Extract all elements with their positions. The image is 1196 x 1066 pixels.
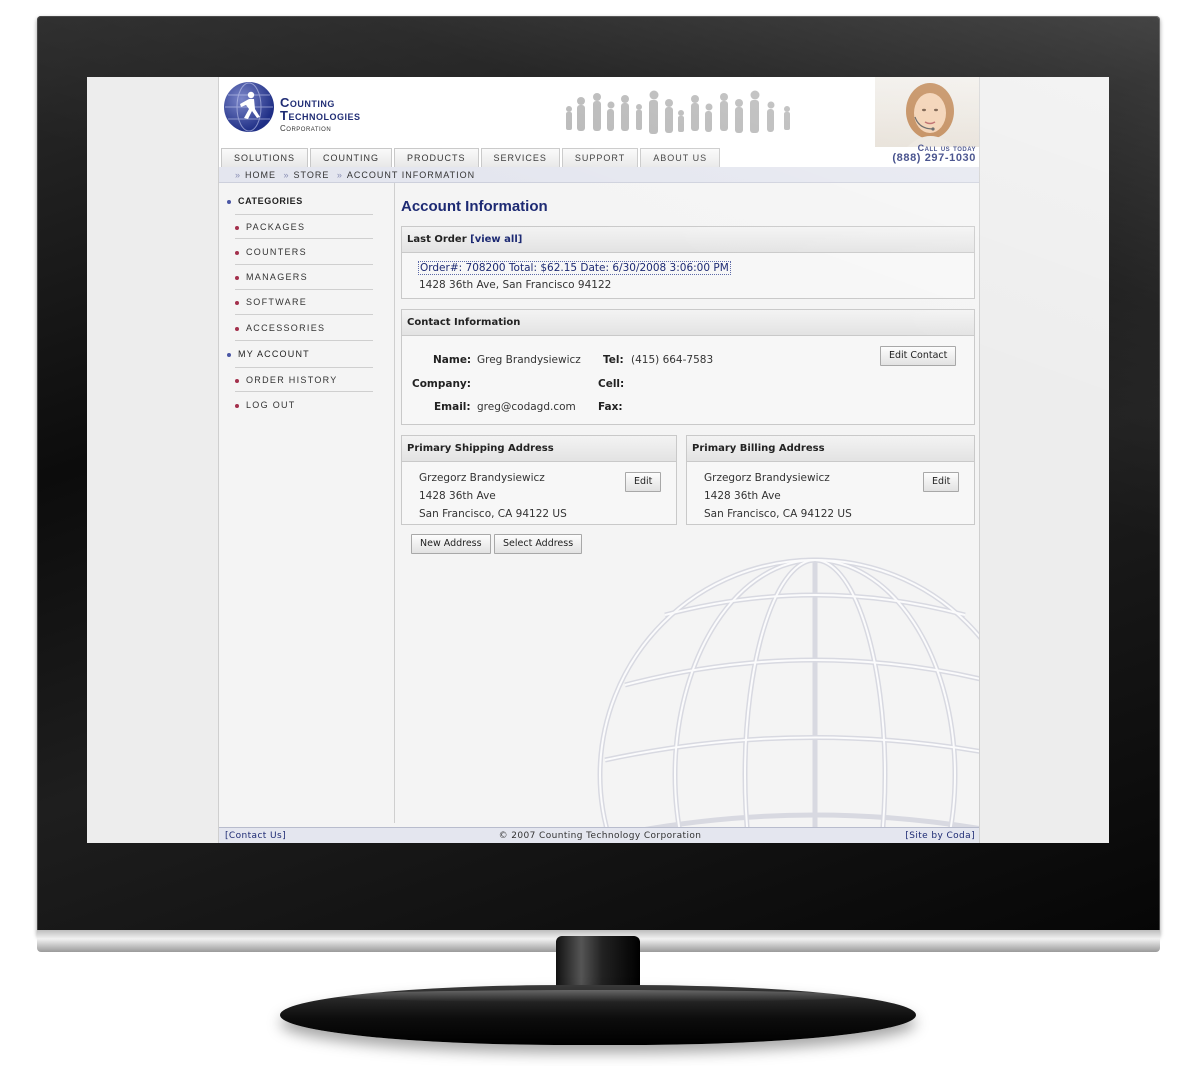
select-address-button[interactable]: Select Address [494,534,583,554]
contact-fax-label: Fax: [598,401,623,413]
bullet-icon [235,250,239,255]
support-agent-photo [875,77,979,147]
billing-city-state: San Francisco, CA 94122 US [704,508,852,520]
site-header: Counting Technologies Corporation Call u… [219,77,979,167]
web-page: Counting Technologies Corporation Call u… [218,77,980,843]
billing-address-heading: Primary Billing Address [687,436,974,462]
view-all-orders-link[interactable]: [view all] [470,234,522,245]
nav-tab-services[interactable]: SERVICES [480,148,560,167]
billing-name: Grzegorz Brandysiewicz [704,472,830,484]
billing-address-panel: Primary Billing Address Grzegorz Brandys… [686,435,975,525]
breadcrumb-home[interactable]: HOME [245,170,276,180]
contact-name-label: Name: [433,354,472,366]
shipping-address-heading: Primary Shipping Address [402,436,676,462]
breadcrumb-separator: » [283,170,290,180]
last-order-address: 1428 36th Ave, San Francisco 94122 [419,279,612,291]
bullet-icon [235,403,239,408]
sidebar-item-label: ACCESSORIES [246,323,326,333]
sidebar-heading-label: MY ACCOUNT [238,349,310,359]
sidebar: CATEGORIES PACKAGES COUNTERS MANAGERS SO… [219,183,395,823]
new-address-button[interactable]: New Address [411,534,491,554]
sidebar-item-label: ORDER HISTORY [246,375,338,385]
shipping-street: 1428 36th Ave [419,490,496,502]
shipping-address-panel: Primary Shipping Address Grzegorz Brandy… [401,435,677,525]
monitor-screen: Counting Technologies Corporation Call u… [87,77,1109,843]
sidebar-item-label: COUNTERS [246,247,307,257]
call-us-callout[interactable]: Call us today (888) 297-1030 [875,77,979,164]
page-title: Account Information [401,198,548,215]
sidebar-item-software[interactable]: SOFTWARE [235,290,373,315]
contact-cell-label: Cell: [598,378,625,390]
breadcrumb-separator: » [336,170,343,180]
company-logo-text[interactable]: Counting Technologies Corporation [280,96,360,135]
nav-tab-products[interactable]: PRODUCTS [394,148,479,167]
contact-name-value: Greg Brandysiewicz [477,354,581,366]
breadcrumb-separator: » [235,170,242,180]
nav-tab-about-us[interactable]: ABOUT US [640,148,721,167]
people-silhouettes-image [566,90,790,134]
sidebar-item-managers[interactable]: MANAGERS [235,265,373,290]
footer-contact-us-link[interactable]: [Contact Us] [225,828,286,843]
monitor-stand-shine [330,990,866,1002]
nav-tab-solutions[interactable]: SOLUTIONS [221,148,309,167]
sidebar-item-packages[interactable]: PACKAGES [235,214,373,239]
last-order-header: Last Order [view all] [402,227,974,253]
edit-shipping-button[interactable]: Edit [625,472,662,492]
site-footer: © 2007 Counting Technology Corporation [… [219,827,979,843]
main-nav: SOLUTIONS COUNTING PRODUCTS SERVICES SUP… [221,148,721,167]
contact-information-heading: Contact Information [402,310,974,336]
nav-tab-support[interactable]: SUPPORT [561,148,639,167]
billing-street: 1428 36th Ave [704,490,781,502]
bullet-icon [227,199,231,204]
contact-email-value: greg@codagd.com [477,401,576,413]
nav-tab-counting[interactable]: COUNTING [310,148,393,167]
bullet-icon [235,225,239,230]
breadcrumb-store[interactable]: STORE [294,170,330,180]
call-us-phone: (888) 297-1030 [892,152,976,164]
shipping-name: Grzegorz Brandysiewicz [419,472,545,484]
sidebar-item-log-out[interactable]: LOG OUT [235,393,373,418]
bullet-icon [235,378,239,383]
footer-copyright: © 2007 Counting Technology Corporation [498,831,702,841]
sidebar-heading-label: CATEGORIES [238,196,303,206]
sidebar-heading-my-account[interactable]: MY ACCOUNT [227,342,310,367]
bullet-icon [235,300,239,305]
last-order-panel: Last Order [view all] Order#: 708200 Tot… [401,226,975,299]
company-name-line3: Corporation [280,124,332,133]
bullet-icon [227,352,231,357]
contact-information-panel: Contact Information Name: Greg Brandysie… [401,309,975,425]
logo-globe-icon[interactable] [224,82,274,132]
edit-billing-button[interactable]: Edit [923,472,960,492]
bullet-icon [235,326,239,331]
shipping-city-state: San Francisco, CA 94122 US [419,508,567,520]
contact-tel-label: Tel: [603,354,624,366]
contact-tel-value: (415) 664-7583 [631,354,714,366]
main-content: Account Information Last Order [view all… [401,183,977,823]
sidebar-item-label: PACKAGES [246,222,306,232]
sidebar-heading-categories[interactable]: CATEGORIES [227,189,303,214]
footer-site-credit-link[interactable]: [Site by Coda] [905,828,975,843]
edit-contact-button[interactable]: Edit Contact [880,346,957,366]
sidebar-item-counters[interactable]: COUNTERS [235,240,373,265]
sidebar-item-label: SOFTWARE [246,297,308,307]
sidebar-item-label: MANAGERS [246,272,308,282]
sidebar-item-label: LOG OUT [246,400,296,410]
breadcrumb-current: ACCOUNT INFORMATION [346,170,476,180]
last-order-heading: Last Order [407,234,467,245]
company-name-line2: Technologies [280,108,361,123]
call-us-text: Call us today (888) 297-1030 [875,143,976,164]
breadcrumb: » HOME » STORE » ACCOUNT INFORMATION [219,167,979,183]
bullet-icon [235,275,239,280]
last-order-link[interactable]: Order#: 708200 Total: $62.15 Date: 6/30/… [418,261,731,275]
contact-email-label: Email: [434,401,471,413]
sidebar-item-accessories[interactable]: ACCESSORIES [235,316,373,341]
sidebar-item-order-history[interactable]: ORDER HISTORY [235,367,373,392]
contact-company-label: Company: [412,378,471,390]
last-order-summary[interactable]: Order#: 708200 Total: $62.15 Date: 6/30/… [418,261,731,275]
